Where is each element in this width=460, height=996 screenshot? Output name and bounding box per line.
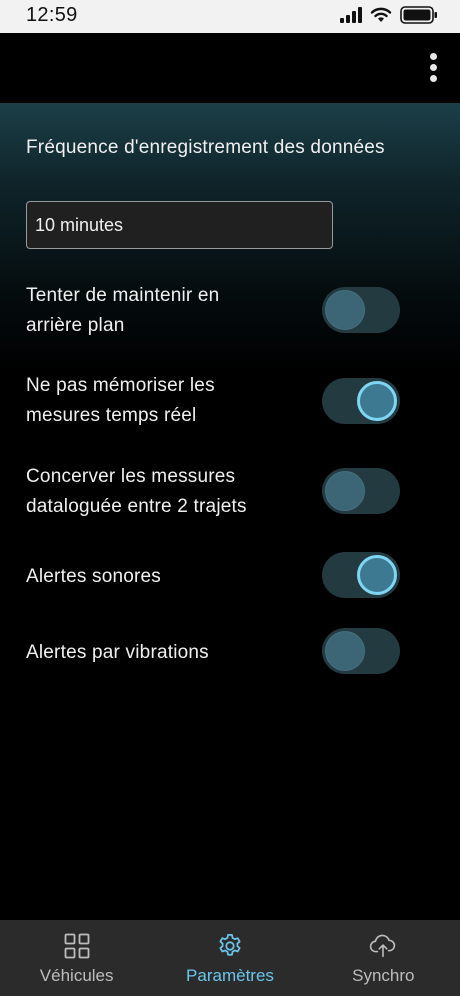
setting-label-background: Tenter de maintenir en arrière plan [26, 281, 219, 341]
bottom-nav: Véhicules Paramètres Synchro [0, 920, 460, 996]
screen: 12:59 Fréquence d'enregistrement des don… [0, 0, 460, 996]
toggle-realtime[interactable] [322, 378, 400, 424]
menu-dot [429, 52, 437, 60]
toggle-background[interactable] [322, 287, 400, 333]
battery-icon [400, 5, 438, 29]
setting-label-line: arrière plan [26, 315, 125, 336]
frequency-input[interactable] [26, 201, 333, 249]
settings-content: Fréquence d'enregistrement des données T… [0, 103, 460, 920]
cloud-upload-icon [369, 932, 397, 960]
grid-icon [63, 932, 91, 960]
signal-icon [340, 6, 362, 28]
setting-label-line: Ne pas mémoriser les [26, 375, 215, 396]
menu-dot [429, 74, 437, 82]
setting-label-line: Tenter de maintenir en [26, 285, 220, 306]
toggle-vibration-alerts[interactable] [322, 628, 400, 674]
setting-label-line: Concerver les messures [26, 466, 236, 487]
app-header [0, 33, 460, 103]
toggle-sound-alerts[interactable] [322, 552, 400, 598]
toggle-knob [325, 471, 365, 511]
status-bar: 12:59 [0, 0, 460, 33]
wifi-icon [370, 7, 392, 28]
status-time: 12:59 [26, 4, 78, 26]
setting-label-line: mesures temps réel [26, 405, 197, 426]
toggle-knob [325, 631, 365, 671]
nav-item-parametres[interactable]: Paramètres [153, 920, 306, 996]
setting-label-realtime: Ne pas mémoriser les mesures temps réel [26, 371, 215, 431]
menu-dot [429, 63, 437, 71]
setting-label-sound-alerts: Alertes sonores [26, 562, 161, 592]
frequency-label: Fréquence d'enregistrement des données [26, 137, 385, 158]
setting-label-line: dataloguée entre 2 trajets [26, 496, 247, 517]
nav-item-vehicules[interactable]: Véhicules [0, 920, 153, 996]
status-icons [340, 5, 438, 29]
toggle-knob [357, 555, 397, 595]
more-vertical-icon[interactable] [426, 47, 440, 87]
nav-label: Véhicules [39, 966, 114, 985]
setting-label-line: Alertes sonores [26, 566, 162, 587]
nav-label: Synchro [352, 966, 415, 985]
setting-label-line: Alertes par vibrations [26, 642, 209, 663]
toggle-keep-measures[interactable] [322, 468, 400, 514]
toggle-knob [325, 290, 365, 330]
setting-label-vibration-alerts: Alertes par vibrations [26, 638, 209, 668]
toggle-knob [357, 381, 397, 421]
gear-icon [216, 932, 244, 960]
nav-item-synchro[interactable]: Synchro [307, 920, 460, 996]
setting-label-keep-measures: Concerver les messures dataloguée entre … [26, 462, 247, 522]
nav-label: Paramètres [186, 966, 274, 985]
